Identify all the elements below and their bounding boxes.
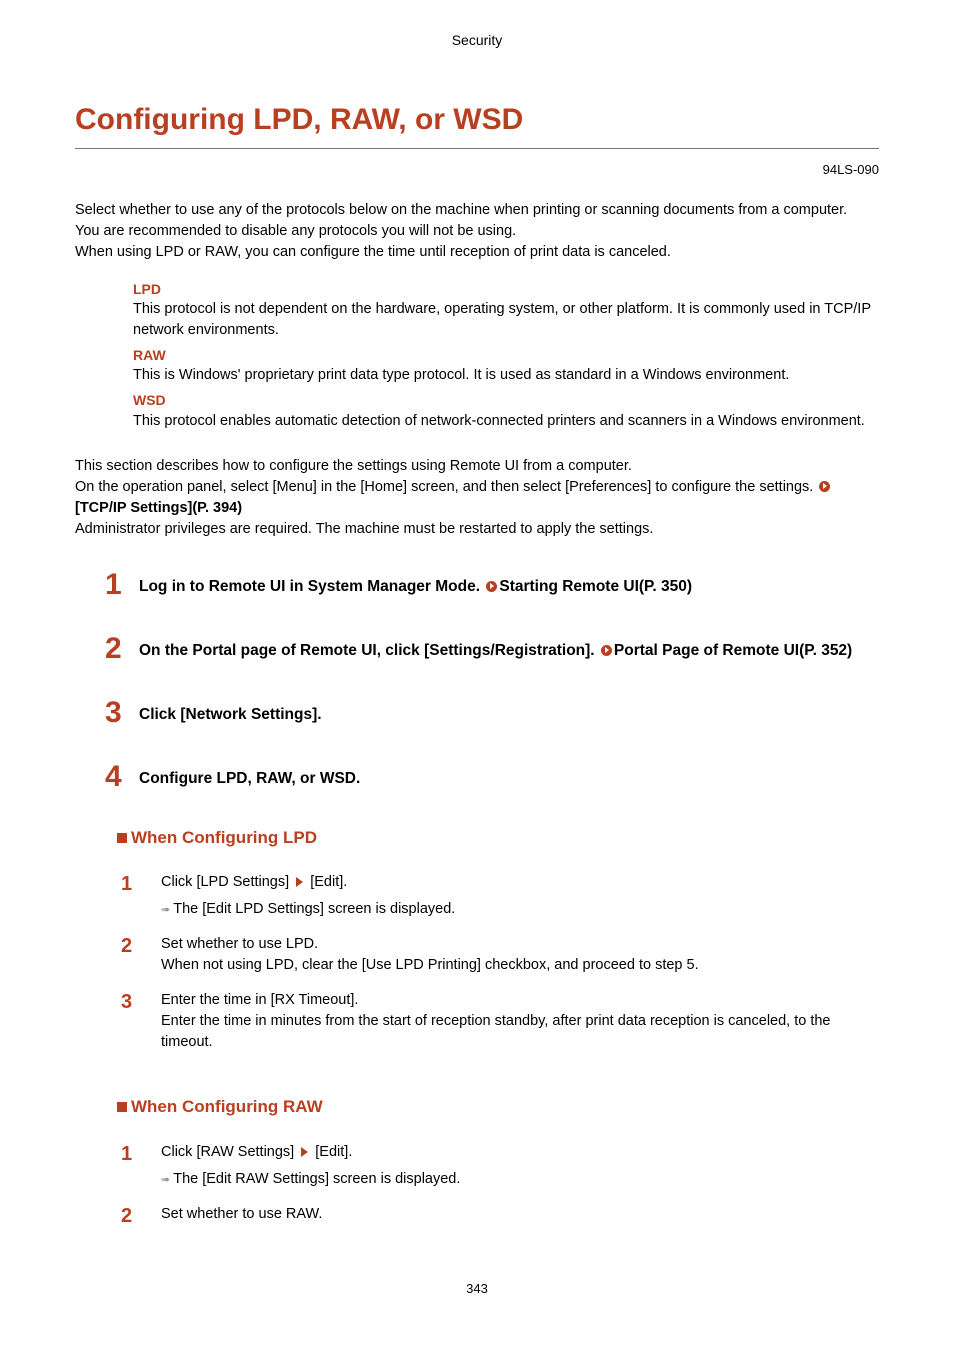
substep-lpd-2: 2 Set whether to use LPD. When not using… — [121, 934, 879, 976]
substep-lpd-3: 3 Enter the time in [RX Timeout]. Enter … — [121, 990, 879, 1053]
mid-line: Administrator privileges are required. T… — [75, 519, 879, 540]
step-text: Log in to Remote UI in System Manager Mo… — [139, 578, 484, 595]
substep-text: Click [RAW Settings] — [161, 1144, 294, 1160]
def-term-raw: RAW — [133, 345, 879, 365]
substep-result: The [Edit LPD Settings] screen is displa… — [173, 901, 455, 917]
substep-result: The [Edit RAW Settings] screen is displa… — [173, 1171, 460, 1187]
step-4: 4 Configure LPD, RAW, or WSD. — [105, 762, 879, 792]
substep-number: 2 — [121, 934, 161, 958]
link-tcpip-settings[interactable]: [TCP/IP Settings](P. 394) — [75, 498, 879, 519]
square-bullet-icon — [117, 1102, 127, 1112]
subheading-lpd: When Configuring LPD — [117, 826, 879, 851]
step-2: 2 On the Portal page of Remote UI, click… — [105, 634, 879, 664]
mid-description: This section describes how to configure … — [75, 456, 879, 540]
step-1: 1 Log in to Remote UI in System Manager … — [105, 570, 879, 600]
substep-text: Set whether to use RAW. — [161, 1204, 322, 1225]
link-icon — [486, 581, 497, 592]
definitions-list: LPD This protocol is not dependent on th… — [133, 279, 879, 432]
substep-number: 1 — [121, 1142, 161, 1166]
substep-raw-1: 1 Click [RAW Settings] [Edit]. ➠ The [Edi… — [121, 1142, 879, 1190]
intro-block: Select whether to use any of the protoco… — [75, 200, 879, 263]
step-number: 1 — [105, 570, 139, 600]
step-number: 4 — [105, 762, 139, 792]
subheading-raw: When Configuring RAW — [117, 1095, 879, 1120]
substep-text: Click [LPD Settings] — [161, 874, 289, 890]
link-icon — [819, 481, 830, 492]
section-header: Security — [75, 30, 879, 50]
subheading-text: When Configuring RAW — [131, 1097, 323, 1116]
step-text: Click [Network Settings]. — [139, 698, 322, 726]
substep-text: [Edit]. — [315, 1144, 352, 1160]
substep-text: Enter the time in [RX Timeout]. — [161, 990, 879, 1011]
subheading-text: When Configuring LPD — [131, 828, 317, 847]
substep-number: 3 — [121, 990, 161, 1014]
substep-text: When not using LPD, clear the [Use LPD P… — [161, 955, 699, 976]
substep-text: Set whether to use LPD. — [161, 934, 699, 955]
link-starting-remote-ui[interactable]: Starting Remote UI(P. 350) — [499, 578, 692, 595]
step-number: 3 — [105, 698, 139, 728]
intro-line: When using LPD or RAW, you can configure… — [75, 242, 879, 263]
link-icon — [601, 645, 612, 656]
square-bullet-icon — [117, 833, 127, 843]
step-text: Configure LPD, RAW, or WSD. — [139, 762, 360, 790]
substep-number: 2 — [121, 1204, 161, 1228]
mid-line: This section describes how to configure … — [75, 456, 879, 477]
step-text: On the Portal page of Remote UI, click [… — [139, 642, 599, 659]
triangle-icon — [301, 1147, 308, 1157]
def-desc-raw: This is Windows' proprietary print data … — [133, 365, 879, 386]
intro-line: Select whether to use any of the protoco… — [75, 200, 879, 221]
result-arrow-icon: ➠ — [161, 1174, 169, 1186]
substep-lpd-1: 1 Click [LPD Settings] [Edit]. ➠ The [Edi… — [121, 872, 879, 920]
page-title: Configuring LPD, RAW, or WSD — [75, 98, 879, 149]
mid-text: On the operation panel, select [Menu] in… — [75, 479, 817, 495]
triangle-icon — [296, 877, 303, 887]
def-term-wsd: WSD — [133, 390, 879, 410]
result-arrow-icon: ➠ — [161, 904, 169, 916]
def-desc-lpd: This protocol is not dependent on the ha… — [133, 299, 879, 341]
substep-text: Enter the time in minutes from the start… — [161, 1011, 879, 1053]
document-code: 94LS-090 — [75, 161, 879, 180]
page-number: 343 — [75, 1280, 879, 1299]
substep-text: [Edit]. — [310, 874, 347, 890]
substep-number: 1 — [121, 872, 161, 896]
def-desc-wsd: This protocol enables automatic detectio… — [133, 411, 879, 432]
mid-line: On the operation panel, select [Menu] in… — [75, 477, 879, 498]
intro-line: You are recommended to disable any proto… — [75, 221, 879, 242]
step-3: 3 Click [Network Settings]. — [105, 698, 879, 728]
link-portal-page[interactable]: Portal Page of Remote UI(P. 352) — [614, 642, 852, 659]
def-term-lpd: LPD — [133, 279, 879, 299]
substep-raw-2: 2 Set whether to use RAW. — [121, 1204, 879, 1228]
step-number: 2 — [105, 634, 139, 664]
